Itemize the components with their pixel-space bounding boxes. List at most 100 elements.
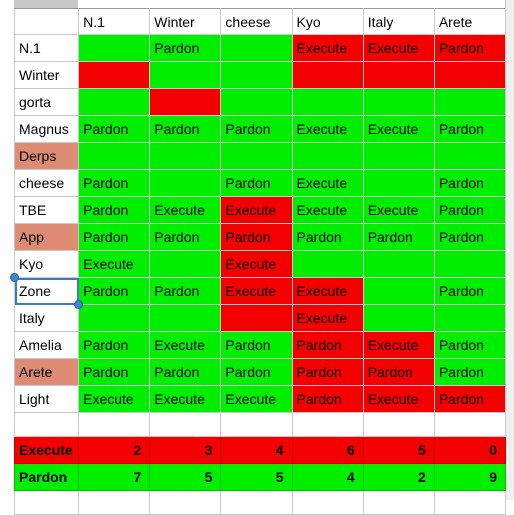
vote-cell[interactable]: Pardon [78, 115, 151, 143]
vote-cell[interactable] [433, 304, 507, 332]
vote-cell[interactable] [291, 88, 364, 116]
summary-count[interactable]: 5 [149, 463, 222, 491]
vote-cell[interactable]: Pardon [78, 223, 151, 251]
vote-cell[interactable] [362, 250, 435, 278]
vote-cell[interactable] [433, 88, 507, 116]
spacer-cell[interactable] [13, 490, 80, 515]
vote-matrix-table[interactable]: N.1 Winter cheese Kyo Italy Arete N.1 Par… [13, 8, 507, 515]
vote-cell[interactable]: Execute [362, 385, 435, 413]
table-row[interactable]: gorta [13, 88, 507, 116]
summary-count[interactable]: 2 [362, 463, 435, 491]
summary-count[interactable]: 7 [78, 463, 151, 491]
vote-cell[interactable] [220, 61, 293, 89]
summary-count[interactable]: 3 [149, 436, 222, 464]
vote-cell[interactable] [362, 88, 435, 116]
vote-cell[interactable] [149, 169, 222, 197]
vote-cell[interactable]: Pardon [433, 115, 507, 143]
table-row[interactable]: App Pardon Pardon Pardon Pardon Pardon Pardon [13, 223, 507, 251]
table-row[interactable]: Magnus Pardon Pardon Pardon Execute Execute Pa… [13, 115, 507, 143]
vote-cell[interactable]: Execute [291, 304, 364, 332]
column-header-3[interactable]: Kyo [291, 8, 364, 35]
vote-cell[interactable]: Execute [149, 331, 222, 359]
row-header-tbe[interactable]: TBE [13, 196, 80, 224]
vote-cell[interactable]: Pardon [149, 358, 222, 386]
vote-cell[interactable]: Execute [220, 277, 293, 305]
vote-cell[interactable]: Execute [291, 34, 364, 62]
vote-cell[interactable]: Execute [362, 115, 435, 143]
vote-cell[interactable] [149, 250, 222, 278]
vote-cell[interactable] [362, 169, 435, 197]
column-header-2[interactable]: cheese [220, 8, 293, 35]
vote-cell[interactable] [220, 34, 293, 62]
spacer-cell[interactable] [291, 490, 364, 515]
column-header-0[interactable]: N.1 [78, 8, 151, 35]
vote-cell[interactable]: Pardon [433, 331, 507, 359]
vote-cell[interactable]: Execute [291, 196, 364, 224]
vote-cell[interactable] [78, 61, 151, 89]
vote-cell[interactable] [220, 304, 293, 332]
vote-cell[interactable]: Pardon [220, 331, 293, 359]
column-header-4[interactable]: Italy [362, 8, 435, 35]
vote-cell[interactable]: Execute [78, 250, 151, 278]
vote-cell[interactable] [78, 34, 151, 62]
selection-handle-top-left[interactable] [9, 272, 19, 282]
summary-count[interactable]: 4 [220, 436, 293, 464]
vote-cell[interactable]: Pardon [220, 169, 293, 197]
table-row[interactable]: N.1 Pardon Execute Execute Pardon [13, 34, 507, 62]
vote-cell[interactable]: Pardon [433, 223, 507, 251]
spacer-cell[interactable] [291, 412, 364, 437]
vote-cell[interactable] [433, 250, 507, 278]
vote-cell[interactable] [149, 142, 222, 170]
vote-cell[interactable]: Execute [220, 385, 293, 413]
vote-cell[interactable]: Pardon [149, 115, 222, 143]
vote-cell[interactable]: Execute [220, 196, 293, 224]
vote-cell[interactable]: Pardon [220, 358, 293, 386]
column-header-5[interactable]: Arete [433, 8, 507, 35]
row-header-gorta[interactable]: gorta [13, 88, 80, 116]
vote-cell[interactable]: Execute [291, 169, 364, 197]
vote-cell[interactable]: Pardon [433, 358, 507, 386]
spacer-cell[interactable] [433, 412, 507, 437]
vote-cell[interactable] [149, 61, 222, 89]
vote-cell[interactable]: Pardon [362, 223, 435, 251]
vertical-scroll-strip[interactable] [505, 0, 514, 500]
summary-count[interactable]: 5 [220, 463, 293, 491]
summary-row[interactable]: Execute 2 3 4 6 5 0 [13, 436, 507, 464]
vote-cell[interactable]: Pardon [78, 331, 151, 359]
row-header-arete[interactable]: Arete [13, 358, 80, 386]
table-row[interactable]: Kyo Execute Execute [13, 250, 507, 278]
vote-cell[interactable]: Execute [78, 385, 151, 413]
summary-count[interactable]: 0 [433, 436, 507, 464]
vote-cell[interactable]: Execute [291, 115, 364, 143]
spacer-cell[interactable] [149, 412, 222, 437]
vote-cell[interactable]: Pardon [78, 358, 151, 386]
vote-cell[interactable]: Pardon [433, 169, 507, 197]
vote-cell[interactable] [78, 88, 151, 116]
vote-cell[interactable] [433, 61, 507, 89]
vote-cell[interactable] [291, 61, 364, 89]
vote-cell[interactable] [362, 277, 435, 305]
vote-cell[interactable] [220, 88, 293, 116]
column-header-1[interactable]: Winter [149, 8, 222, 35]
vote-cell[interactable]: Pardon [362, 358, 435, 386]
spacer-cell[interactable] [78, 490, 151, 515]
vote-cell[interactable]: Pardon [433, 34, 507, 62]
table-row[interactable]: TBE Pardon Execute Execute Execute Execute Par… [13, 196, 507, 224]
vote-cell[interactable]: Pardon [291, 358, 364, 386]
table-row[interactable]: Light Execute Execute Execute Pardon Execute P… [13, 385, 507, 413]
vote-cell[interactable]: Execute [220, 250, 293, 278]
vote-cell[interactable]: Execute [362, 34, 435, 62]
vote-cell[interactable] [291, 142, 364, 170]
spreadsheet-canvas[interactable]: N.1 Winter cheese Kyo Italy Arete N.1 Par… [0, 0, 514, 515]
vote-cell[interactable]: Pardon [149, 277, 222, 305]
vote-cell[interactable] [362, 304, 435, 332]
vote-cell[interactable]: Pardon [149, 34, 222, 62]
vote-cell[interactable]: Pardon [78, 277, 151, 305]
spacer-cell[interactable] [13, 412, 80, 437]
summary-count[interactable]: 5 [362, 436, 435, 464]
table-row[interactable]: cheese Pardon Pardon Execute Pardon [13, 169, 507, 197]
row-header-magnus[interactable]: Magnus [13, 115, 80, 143]
vote-cell[interactable]: Pardon [291, 385, 364, 413]
spacer-cell[interactable] [362, 490, 435, 515]
row-header-amelia[interactable]: Amelia [13, 331, 80, 359]
